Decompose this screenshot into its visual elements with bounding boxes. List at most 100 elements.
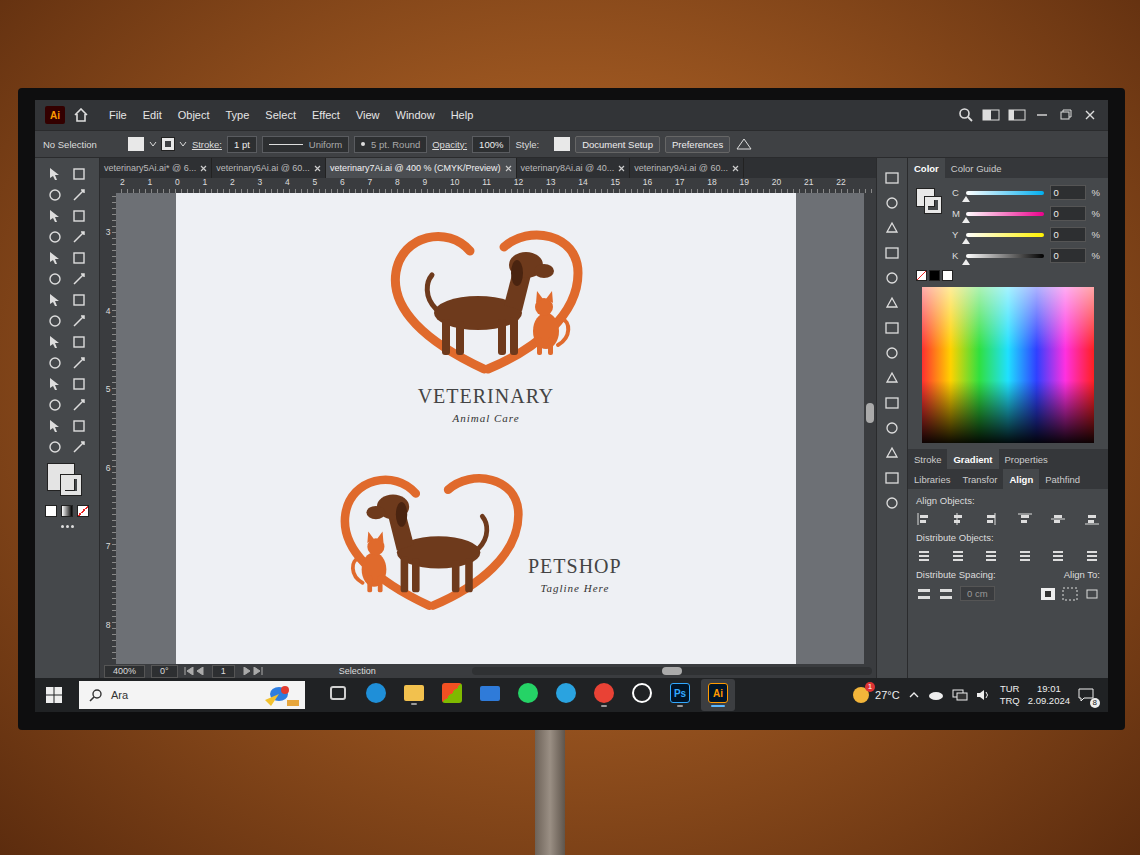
horizontal-scrollbar[interactable] [472,667,872,675]
notification-center[interactable]: 8 [1078,688,1098,702]
close-icon[interactable] [1082,108,1098,122]
channel-slider[interactable] [966,212,1044,216]
tool-icon[interactable] [71,250,87,266]
distribute-icon[interactable] [1017,549,1033,563]
control-button[interactable]: Preferences [665,136,730,153]
distribute-icon[interactable] [983,549,999,563]
distribute-icon[interactable] [1050,549,1066,563]
artboard-field[interactable]: 1 [212,665,235,678]
dropdown-icon[interactable] [149,140,157,148]
menu-item[interactable]: Select [261,109,300,121]
channel-value[interactable]: 0 [1050,206,1086,221]
close-tab-icon[interactable] [732,165,739,172]
tool-icon[interactable] [71,439,87,455]
tool-icon[interactable] [47,355,63,371]
align-to-icon[interactable] [1062,587,1078,601]
tool-icon[interactable] [47,439,63,455]
tool-icon[interactable] [71,355,87,371]
more-tools-icon[interactable] [61,525,74,528]
fill-stroke-swatch[interactable] [916,188,944,216]
none-swatch[interactable] [916,270,927,281]
stroke-box[interactable] [61,475,81,495]
tool-icon[interactable] [71,418,87,434]
cloud-icon[interactable] [928,689,944,701]
panel-tab[interactable]: Libraries [908,469,956,489]
panel-tab[interactable]: Transfor [956,469,1003,489]
align-to-icon[interactable] [1040,587,1056,601]
tool-icon[interactable] [47,313,63,329]
taskbar-app[interactable] [511,679,545,711]
document-tab[interactable]: veterinary6Ai.ai @ 60... [212,158,326,178]
volume-icon[interactable] [976,689,992,701]
profile-dropdown[interactable]: Uniform [262,136,349,153]
menu-item[interactable]: Object [174,109,214,121]
tool-icon[interactable] [71,166,87,182]
tool-icon[interactable] [47,397,63,413]
align-icon[interactable] [983,512,999,526]
tray-chevron-icon[interactable] [908,690,920,700]
fill-swatch[interactable] [128,137,144,151]
restore-icon[interactable] [1058,108,1074,122]
align-icon[interactable] [916,512,932,526]
slider-handle[interactable] [962,238,970,244]
spacing-icon[interactable] [938,587,954,601]
tool-icon[interactable] [47,334,63,350]
menu-item[interactable]: Edit [139,109,166,121]
panel-tab[interactable]: Stroke [908,449,947,469]
tool-icon[interactable] [47,229,63,245]
panel-icon[interactable] [884,320,900,336]
stroke-label[interactable]: Stroke: [192,139,222,150]
stroke-swatch[interactable] [162,138,174,150]
tool-icon[interactable] [47,208,63,224]
tool-icon[interactable] [47,271,63,287]
panel-icon[interactable] [884,170,900,186]
taskbar-app[interactable] [587,679,621,711]
color-spectrum[interactable] [922,287,1094,443]
vertical-scrollbar[interactable] [864,193,876,664]
channel-value[interactable]: 0 [1050,248,1086,263]
taskbar-app[interactable] [473,679,507,711]
windows-start-icon[interactable] [45,686,63,704]
search-icon[interactable] [958,107,974,123]
clock[interactable]: 19:012.09.2024 [1028,683,1070,707]
close-tab-icon[interactable] [200,165,207,172]
artboard[interactable]: VETERINARYAnimal CarePETSHOPTagline Here [176,193,796,664]
taskbar-app[interactable] [549,679,583,711]
close-tab-icon[interactable] [314,165,321,172]
align-icon[interactable] [1017,512,1033,526]
channel-value[interactable]: 0 [1050,227,1086,242]
menu-item[interactable]: File [105,109,131,121]
channel-slider[interactable] [966,233,1044,237]
tool-icon[interactable] [71,208,87,224]
tool-icon[interactable] [71,376,87,392]
spacing-field[interactable]: 0 cm [960,586,995,601]
tool-icon[interactable] [47,187,63,203]
slider-handle[interactable] [962,196,970,202]
panel-tab[interactable]: Align [1003,469,1039,489]
document-tab[interactable]: veterinary5Ai.ai* @ 6... [100,158,212,178]
panel-icon[interactable] [884,370,900,386]
tool-icon[interactable] [71,187,87,203]
logo[interactable]: VETERINARYAnimal Care [381,227,591,424]
distribute-icon[interactable] [916,549,932,563]
panel-icon[interactable] [884,445,900,461]
document-tab[interactable]: veterinary8Ai.ai @ 40... [517,158,631,178]
tool-icon[interactable] [71,313,87,329]
document-tab[interactable]: veterinary9Ai.ai @ 60... [630,158,744,178]
panel-icon[interactable] [884,295,900,311]
panel-tab[interactable]: Color Guide [945,158,1008,178]
distribute-icon[interactable] [950,549,966,563]
home-icon[interactable] [73,108,89,122]
close-tab-icon[interactable] [505,165,512,172]
arrange-icon[interactable] [982,108,1000,122]
panel-tab[interactable]: Properties [999,449,1054,469]
taskbar-search[interactable]: Ara [79,681,305,709]
channel-slider[interactable] [966,254,1044,258]
panel-tab[interactable]: Color [908,158,945,178]
tool-icon[interactable] [47,292,63,308]
control-button[interactable]: Document Setup [575,136,660,153]
taskbar-app[interactable] [625,679,659,711]
panel-icon[interactable] [884,245,900,261]
rotation-field[interactable]: 0° [151,665,178,678]
taskbar-app[interactable] [435,679,469,711]
